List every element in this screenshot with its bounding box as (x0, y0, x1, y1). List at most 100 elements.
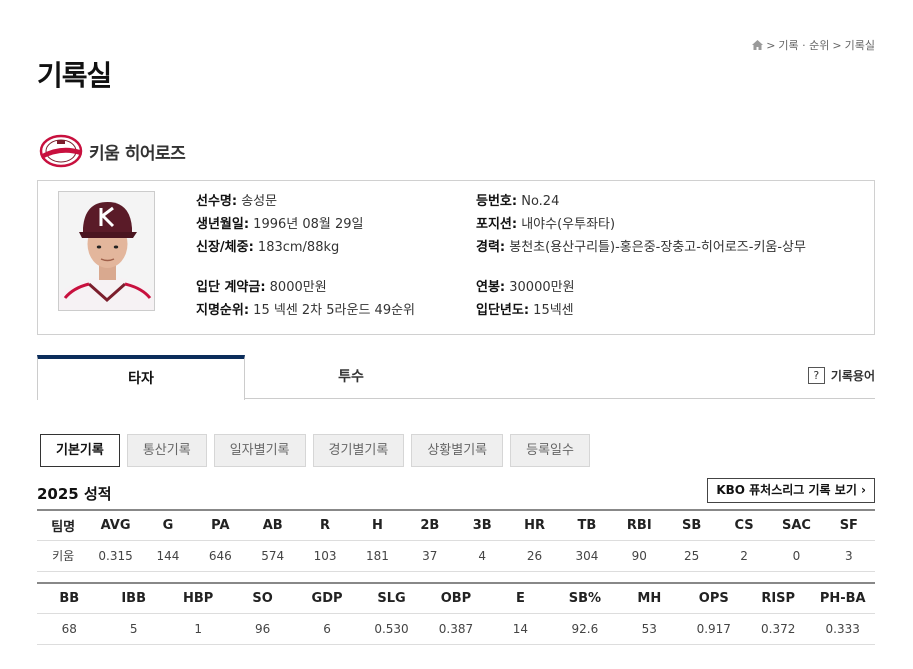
main-tabs: 타자 투수 ? 기록용어 (37, 355, 875, 400)
table-cell: 1 (165, 613, 231, 645)
table-cell: 574 (246, 540, 299, 572)
player-signing-bonus: 입단 계약금: 8000만원 (196, 280, 327, 295)
column-header: AB (246, 509, 299, 541)
glossary-link[interactable]: ? 기록용어 (807, 367, 875, 384)
table-cell: 37 (403, 540, 456, 572)
column-header: HBP (165, 582, 231, 614)
column-header: OPS (681, 582, 746, 614)
table-cell: 14 (488, 613, 553, 645)
table-cell: 2 (717, 540, 771, 572)
kbo-futures-league-button[interactable]: KBO 퓨처스리그 기록 보기 › (707, 478, 875, 503)
table-cell: 6 (294, 613, 360, 645)
table-cell: 25 (665, 540, 718, 572)
kbo-futures-label: KBO 퓨처스리그 기록 보기 (716, 483, 857, 497)
glossary-label: 기록용어 (830, 369, 875, 383)
subtab-game-records[interactable]: 경기별기록 (312, 434, 405, 467)
table-cell: 4 (456, 540, 509, 572)
column-header: PA (194, 509, 247, 541)
column-header: OBP (423, 582, 489, 614)
page-title: 기록실 (37, 59, 112, 92)
subtab-registration-days[interactable]: 등록일수 (510, 434, 590, 467)
tab-hitter[interactable]: 타자 (37, 355, 245, 400)
player-career: 경력: 봉천초(용산구리틀)-홍은중-장충고-히어로즈-키움-상무 (476, 240, 806, 255)
column-header: BB (37, 582, 102, 614)
table-cell: 103 (298, 540, 352, 572)
table-cell: 68 (37, 613, 102, 645)
player-birthdate: 생년월일: 1996년 08월 29일 (196, 217, 364, 232)
table-cell: 646 (194, 540, 247, 572)
subtab-daily-records[interactable]: 일자별기록 (213, 434, 306, 467)
player-name: 선수명: 송성문 (196, 194, 278, 209)
team-name: 키움 히어로즈 (89, 143, 186, 164)
table-cell: 0.372 (745, 613, 811, 645)
chevron-right-icon: › (861, 483, 866, 497)
subtab-career-records[interactable]: 통산기록 (126, 434, 207, 467)
table-cell: 26 (508, 540, 561, 572)
player-join-year: 입단년도: 15넥센 (476, 303, 574, 318)
column-header: AVG (89, 509, 142, 541)
kiwoom-heroes-logo (39, 134, 83, 168)
question-icon: ? (807, 367, 825, 384)
column-header: SF (822, 509, 875, 541)
table-cell: 90 (613, 540, 666, 572)
column-header: RBI (613, 509, 666, 541)
table-row: 키움 0.315 144 646 574 103 181 37 4 26 304 90 25 2 0 3 (37, 540, 875, 572)
table-cell: 키움 (37, 540, 90, 572)
player-number: 등번호: No.24 (476, 194, 560, 209)
column-header: PH-BA (810, 582, 875, 614)
column-header: TB (560, 509, 614, 541)
table-cell: 0.917 (681, 613, 746, 645)
column-header: 팀명 (37, 509, 90, 541)
table-cell: 5 (101, 613, 166, 645)
player-height-weight: 신장/체중: 183cm/88kg (196, 240, 340, 255)
stats-table-extended: BB IBB HBP SO GDP SLG OBP E SB% MH OPS RISP PH-BA 68… (37, 582, 875, 645)
table-cell: 0.387 (423, 613, 489, 645)
player-position: 포지션: 내야수(우투좌타) (476, 217, 616, 232)
column-header: MH (617, 582, 682, 614)
player-info-box: 선수명: 송성문 생년월일: 1996년 08월 29일 신장/체중: 183c… (37, 180, 875, 335)
breadcrumb-item-records-room[interactable]: 기록실 (845, 37, 875, 53)
table-cell: 96 (230, 613, 295, 645)
player-photo (58, 191, 155, 311)
tab-pitcher[interactable]: 투수 (247, 355, 455, 399)
season-title: 2025 성적 (37, 485, 112, 503)
table-cell: 0.530 (359, 613, 424, 645)
table-row: 68 5 1 96 6 0.530 0.387 14 92.6 53 0.917 0.372 0.333 (37, 613, 875, 645)
record-subtabs: 기본기록 통산기록 일자별기록 경기별기록 상황별기록 등록일수 (40, 434, 590, 467)
team-header: 키움 히어로즈 (39, 134, 186, 168)
table-cell: 3 (822, 540, 875, 572)
column-header: RISP (745, 582, 811, 614)
player-draft: 지명순위: 15 넥센 2차 5라운드 49순위 (196, 303, 416, 318)
home-icon[interactable] (752, 40, 764, 50)
column-header: SO (230, 582, 295, 614)
column-header: SB (665, 509, 718, 541)
table-cell: 0 (770, 540, 823, 572)
column-header: GDP (294, 582, 360, 614)
table-cell: 92.6 (552, 613, 618, 645)
breadcrumb-sep: > (766, 38, 776, 52)
column-header: H (351, 509, 404, 541)
breadcrumb-sep: > (832, 38, 842, 52)
table-header-row: BB IBB HBP SO GDP SLG OBP E SB% MH OPS RISP PH-BA (37, 582, 875, 614)
column-header: G (141, 509, 195, 541)
table-header-row: 팀명 AVG G PA AB R H 2B 3B HR TB RBI SB CS SAC SF (37, 509, 875, 541)
table-cell: 0.333 (810, 613, 875, 645)
table-cell: 53 (617, 613, 682, 645)
breadcrumb-item-records-ranking[interactable]: 기록 · 순위 (778, 37, 829, 53)
subtab-basic-records[interactable]: 기본기록 (40, 434, 120, 467)
column-header: SLG (359, 582, 424, 614)
table-cell: 144 (141, 540, 195, 572)
column-header: E (488, 582, 553, 614)
table-cell: 0.315 (89, 540, 142, 572)
column-header: 3B (456, 509, 509, 541)
column-header: R (298, 509, 352, 541)
stats-table-basic: 팀명 AVG G PA AB R H 2B 3B HR TB RBI SB CS SAC SF 키움 0.315… (37, 509, 875, 572)
column-header: HR (508, 509, 561, 541)
column-header: IBB (101, 582, 166, 614)
column-header: CS (717, 509, 771, 541)
column-header: SB% (552, 582, 618, 614)
breadcrumb: > 기록 · 순위 > 기록실 (752, 37, 875, 53)
column-header: 2B (403, 509, 456, 541)
column-header: SAC (770, 509, 823, 541)
subtab-situation-records[interactable]: 상황별기록 (411, 434, 504, 467)
